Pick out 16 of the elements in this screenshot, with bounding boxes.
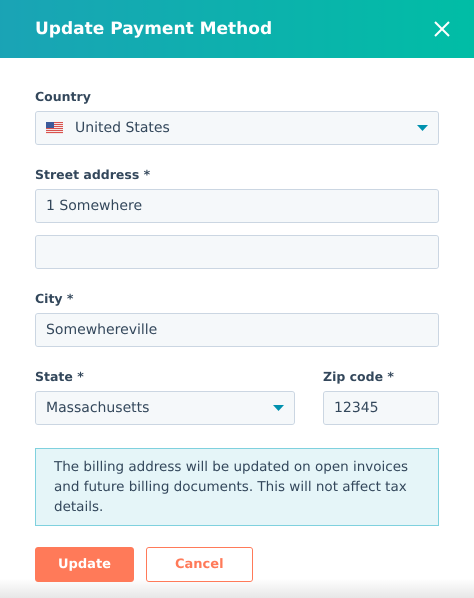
- input-field[interactable]: [35, 235, 439, 269]
- field-label: Country: [35, 89, 92, 105]
- field-label: Street address *: [35, 167, 152, 183]
- field-label: Zip code *: [323, 369, 395, 385]
- input-field[interactable]: 12345: [323, 391, 439, 425]
- field-label: State *: [35, 369, 85, 385]
- input-field[interactable]: Somewhereville: [35, 313, 439, 347]
- caret-icon: [273, 405, 284, 411]
- notice-message: The billing address will be updated on open invoices and future billing documents. This will not affect tax details.: [35, 448, 439, 526]
- field-label: City *: [35, 291, 74, 307]
- select-field[interactable]: Massachusetts: [35, 391, 295, 425]
- input-field[interactable]: 1 Somewhere: [35, 189, 439, 223]
- select-field[interactable]: United States: [35, 111, 439, 145]
- flag-icon: [46, 122, 63, 134]
- dialog-title: Update Payment Method: [35, 19, 272, 39]
- caret-icon: [417, 125, 428, 131]
